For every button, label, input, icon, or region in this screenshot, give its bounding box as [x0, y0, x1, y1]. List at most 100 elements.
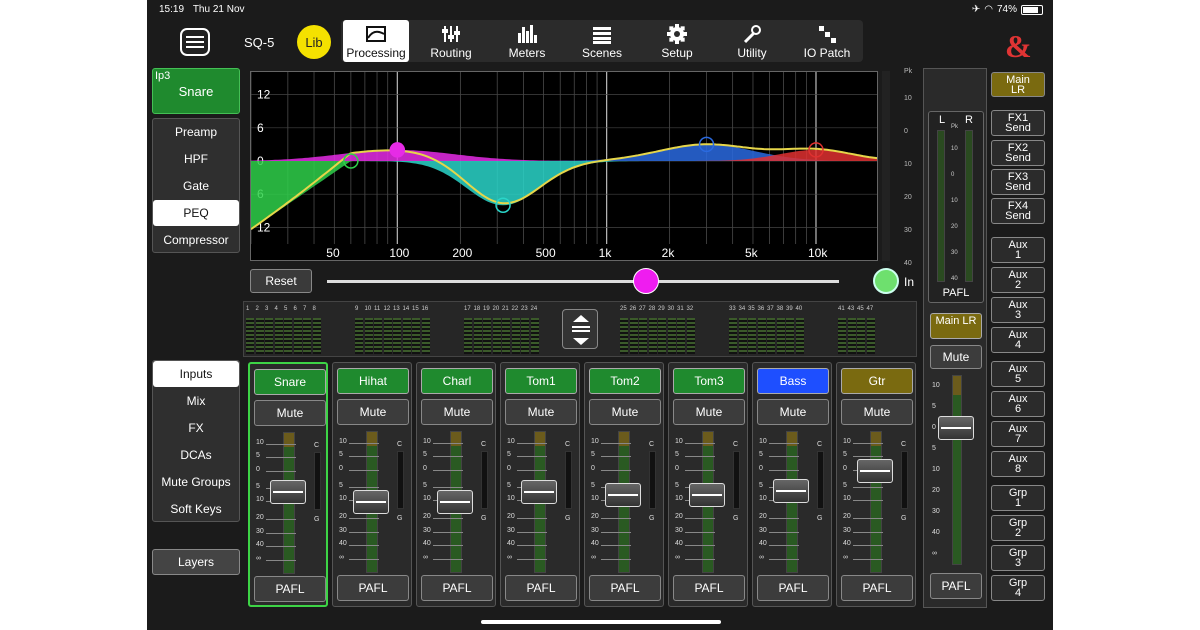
- fader-cap[interactable]: [353, 490, 389, 514]
- tab-scenes[interactable]: Scenes: [569, 20, 635, 62]
- pafl-button[interactable]: PAFL: [673, 575, 745, 601]
- channel-name-button[interactable]: Charl: [421, 368, 493, 394]
- pafl-button[interactable]: PAFL: [757, 575, 829, 601]
- mix-button-fx3-send[interactable]: FX3 Send: [991, 169, 1045, 195]
- pafl-button[interactable]: PAFL: [421, 575, 493, 601]
- layer-item-dcas[interactable]: DCAs: [153, 442, 239, 468]
- mute-button[interactable]: Mute: [337, 399, 409, 425]
- fader-scale-label: 5: [843, 482, 847, 489]
- overview-bank[interactable]: 9 10 11 12 13 14 15 16: [355, 306, 431, 354]
- mute-button[interactable]: Mute: [505, 399, 577, 425]
- mute-button[interactable]: Mute: [254, 400, 326, 426]
- overview-bank[interactable]: 25 26 27 28 29 30 31 32: [620, 306, 696, 354]
- mix-button-grp-4[interactable]: Grp 4: [991, 575, 1045, 601]
- master-pafl-button[interactable]: PAFL: [930, 573, 982, 599]
- pafl-button[interactable]: PAFL: [589, 575, 661, 601]
- channel-name-button[interactable]: Snare: [254, 369, 326, 395]
- master-pafl-label[interactable]: PAFL: [929, 287, 983, 299]
- mix-button-main-lr[interactable]: Main LR: [991, 72, 1045, 97]
- mix-button-aux-8[interactable]: Aux 8: [991, 451, 1045, 477]
- proc-item-gate[interactable]: Gate: [153, 173, 239, 199]
- menu-button[interactable]: [180, 28, 210, 56]
- master-fader-track[interactable]: [952, 375, 962, 565]
- fader-scale-label: 5: [423, 482, 427, 489]
- peq-graph[interactable]: 1260612501002005001k2k5k10k: [250, 71, 878, 261]
- mute-button[interactable]: Mute: [421, 399, 493, 425]
- channel-name-button[interactable]: Tom2: [589, 368, 661, 394]
- master-fader-cap[interactable]: [938, 416, 974, 441]
- mix-button-aux-2[interactable]: Aux 2: [991, 267, 1045, 293]
- fader-track[interactable]: [870, 431, 882, 573]
- fader-cap[interactable]: [773, 478, 809, 503]
- fader-cap[interactable]: [689, 482, 725, 507]
- layer-item-fx[interactable]: FX: [153, 415, 239, 441]
- tab-processing[interactable]: Processing: [343, 20, 409, 62]
- proc-item-preamp[interactable]: Preamp: [153, 119, 239, 145]
- tab-setup[interactable]: Setup: [644, 20, 710, 62]
- layer-item-inputs[interactable]: Inputs: [153, 361, 239, 387]
- fader-scale-label: ∞: [675, 554, 680, 561]
- overview-bank[interactable]: 17 18 19 20 21 22 23 24: [464, 306, 540, 354]
- meter-g-label: G: [314, 516, 320, 523]
- pafl-button[interactable]: PAFL: [254, 576, 326, 602]
- master-mute-button[interactable]: Mute: [930, 345, 982, 369]
- overview-meter: [776, 318, 785, 354]
- tab-meters[interactable]: Meters: [494, 20, 560, 62]
- mute-button[interactable]: Mute: [841, 399, 913, 425]
- fader-cap[interactable]: [521, 480, 557, 505]
- mix-button-aux-5[interactable]: Aux 5: [991, 361, 1045, 387]
- bank-scroll-button[interactable]: [562, 309, 598, 349]
- tab-utility[interactable]: Utility: [719, 20, 785, 62]
- mute-button[interactable]: Mute: [757, 399, 829, 425]
- eq-in-toggle[interactable]: [873, 268, 899, 294]
- tab-io-patch[interactable]: IO Patch: [794, 20, 860, 62]
- overview-channel-number: 25: [620, 306, 627, 312]
- overview-bank[interactable]: 33 34 35 36 37 38 39 40: [729, 306, 805, 354]
- mute-button[interactable]: Mute: [589, 399, 661, 425]
- mix-button-grp-1[interactable]: Grp 1: [991, 485, 1045, 511]
- layer-item-mix[interactable]: Mix: [153, 388, 239, 414]
- mix-button-fx1-send[interactable]: FX1 Send: [991, 110, 1045, 136]
- mix-button-grp-3[interactable]: Grp 3: [991, 545, 1045, 571]
- mix-button-aux-7[interactable]: Aux 7: [991, 421, 1045, 447]
- fader-cap[interactable]: [605, 482, 641, 507]
- overview-bank[interactable]: 41 43 45 47: [838, 306, 876, 354]
- overview-channel-number: 16: [421, 306, 429, 312]
- mix-button-grp-2[interactable]: Grp 2: [991, 515, 1045, 541]
- eq-slider-track[interactable]: [327, 280, 839, 283]
- channel-name-button[interactable]: Hihat: [337, 368, 409, 394]
- proc-item-compressor[interactable]: Compressor: [153, 227, 239, 253]
- fader-cap[interactable]: [437, 490, 473, 514]
- eq-x-label: 500: [536, 246, 556, 260]
- mix-button-fx4-send[interactable]: FX4 Send: [991, 198, 1045, 224]
- mix-button-fx2-send[interactable]: FX2 Send: [991, 140, 1045, 166]
- pafl-button[interactable]: PAFL: [841, 575, 913, 601]
- eq-band-handle[interactable]: [389, 142, 406, 158]
- channel-strip-tom2: Tom2 Mute 10 5 0 5 10 20 30 40 ∞ C G PAFL: [584, 362, 664, 607]
- master-name-button[interactable]: Main LR: [930, 313, 982, 339]
- channel-name-button[interactable]: Bass: [757, 368, 829, 394]
- channel-name-button[interactable]: Gtr: [841, 368, 913, 394]
- channel-name-button[interactable]: Tom3: [673, 368, 745, 394]
- fader-cap[interactable]: [270, 479, 306, 504]
- library-button[interactable]: Lib: [297, 25, 331, 59]
- fader-cap[interactable]: [857, 458, 893, 483]
- proc-item-hpf[interactable]: HPF: [153, 146, 239, 172]
- channel-name-button[interactable]: Tom1: [505, 368, 577, 394]
- overview-bank[interactable]: 12345678: [246, 306, 322, 354]
- pafl-button[interactable]: PAFL: [337, 575, 409, 601]
- mix-button-aux-4[interactable]: Aux 4: [991, 327, 1045, 353]
- mix-button-aux-6[interactable]: Aux 6: [991, 391, 1045, 417]
- proc-item-peq[interactable]: PEQ: [153, 200, 239, 226]
- tab-routing[interactable]: Routing: [418, 20, 484, 62]
- eq-reset-button[interactable]: Reset: [250, 269, 312, 293]
- layer-item-soft-keys[interactable]: Soft Keys: [153, 496, 239, 522]
- eq-slider-knob[interactable]: [633, 268, 659, 294]
- layers-button[interactable]: Layers: [152, 549, 240, 575]
- pafl-button[interactable]: PAFL: [505, 575, 577, 601]
- selected-channel-button[interactable]: Ip3 Snare: [152, 68, 240, 114]
- mix-button-aux-1[interactable]: Aux 1: [991, 237, 1045, 263]
- mix-button-aux-3[interactable]: Aux 3: [991, 297, 1045, 323]
- layer-item-mute-groups[interactable]: Mute Groups: [153, 469, 239, 495]
- mute-button[interactable]: Mute: [673, 399, 745, 425]
